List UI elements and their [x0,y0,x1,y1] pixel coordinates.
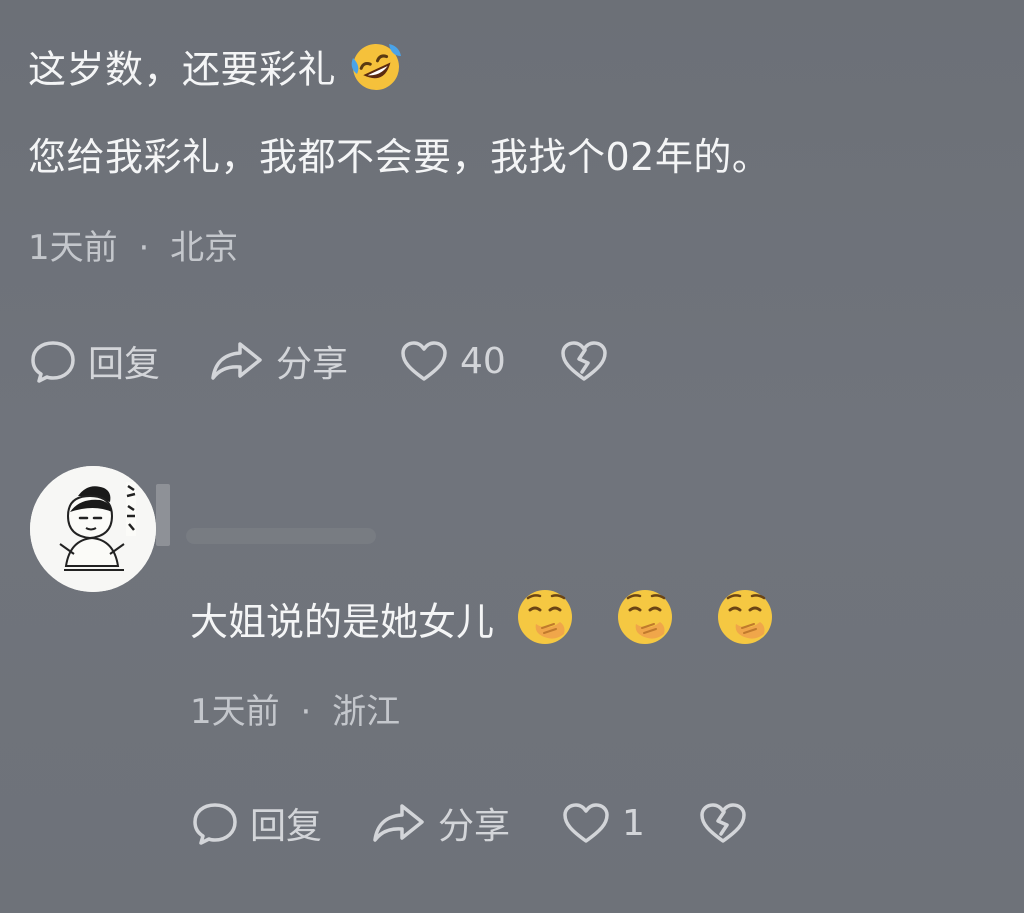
comment-1-line-2: 您给我彩礼，我都不会要，我找个02年的。 [28,135,771,179]
badge-blur [156,484,170,546]
comment-2-action-bar: 回复 分享 1 [190,798,749,848]
broken-heart-icon [558,338,610,384]
comment-1-separator: · [138,228,150,268]
broken-heart-icon [697,800,749,846]
rolling-laughing-emoji-icon [349,40,403,104]
comment-screen: 这岁数，还要彩礼 您给我彩礼，我都不会要，我找个02年的。 1天前 · 北京 回… [0,0,1024,913]
comment-2-share-label: 分享 [438,806,511,847]
comment-1-action-bar: 回复 分享 40 [28,336,610,386]
comment-2-share-button[interactable]: 分享 [370,797,510,849]
comment-2-separator: · [300,692,312,732]
comment-1-line-1: 这岁数，还要彩礼 [28,40,403,104]
avatar[interactable] [30,466,156,592]
heart-outline-icon [560,800,612,846]
comment-2-dislike-button[interactable] [697,800,749,846]
comment-1-share-label: 分享 [276,344,349,385]
share-arrow-icon [370,800,428,846]
comment-1-like-button[interactable]: 40 [398,338,506,384]
comment-2-body: 大姐说的是她女儿 [190,586,776,663]
comment-1-reply-label: 回复 [88,344,161,385]
comment-1-dislike-button[interactable] [558,338,610,384]
comment-2-reply-button[interactable]: 回复 [190,797,322,849]
reply-bubble-icon [28,338,78,384]
reply-bubble-icon [190,800,240,846]
comment-1-reply-button[interactable]: 回复 [28,335,160,387]
cartoon-avatar-icon [30,466,156,592]
comment-2-reply-label: 回复 [250,806,323,847]
comment-1-location: 北京 [170,228,239,268]
comment-2-location: 浙江 [332,692,401,732]
comment-2-meta: 1天前 · 浙江 [190,684,400,733]
comment-1-line-1-text: 这岁数，还要彩礼 [28,47,337,92]
hand-over-mouth-emoji-icon [514,586,576,663]
comment-1-meta: 1天前 · 北京 [28,220,238,269]
comment-1-share-button[interactable]: 分享 [208,335,348,387]
comment-2-like-button[interactable]: 1 [560,800,645,846]
hand-over-mouth-emoji-icon [614,586,676,663]
hand-over-mouth-emoji-icon [714,586,776,663]
comment-2-text: 大姐说的是她女儿 [190,600,495,644]
comment-2-time: 1天前 [190,692,280,732]
comment-2-like-count: 1 [622,802,645,844]
comment-1-like-count: 40 [460,340,506,382]
heart-outline-icon [398,338,450,384]
comment-1-time: 1天前 [28,228,118,268]
username-blur [186,528,376,544]
share-arrow-icon [208,338,266,384]
